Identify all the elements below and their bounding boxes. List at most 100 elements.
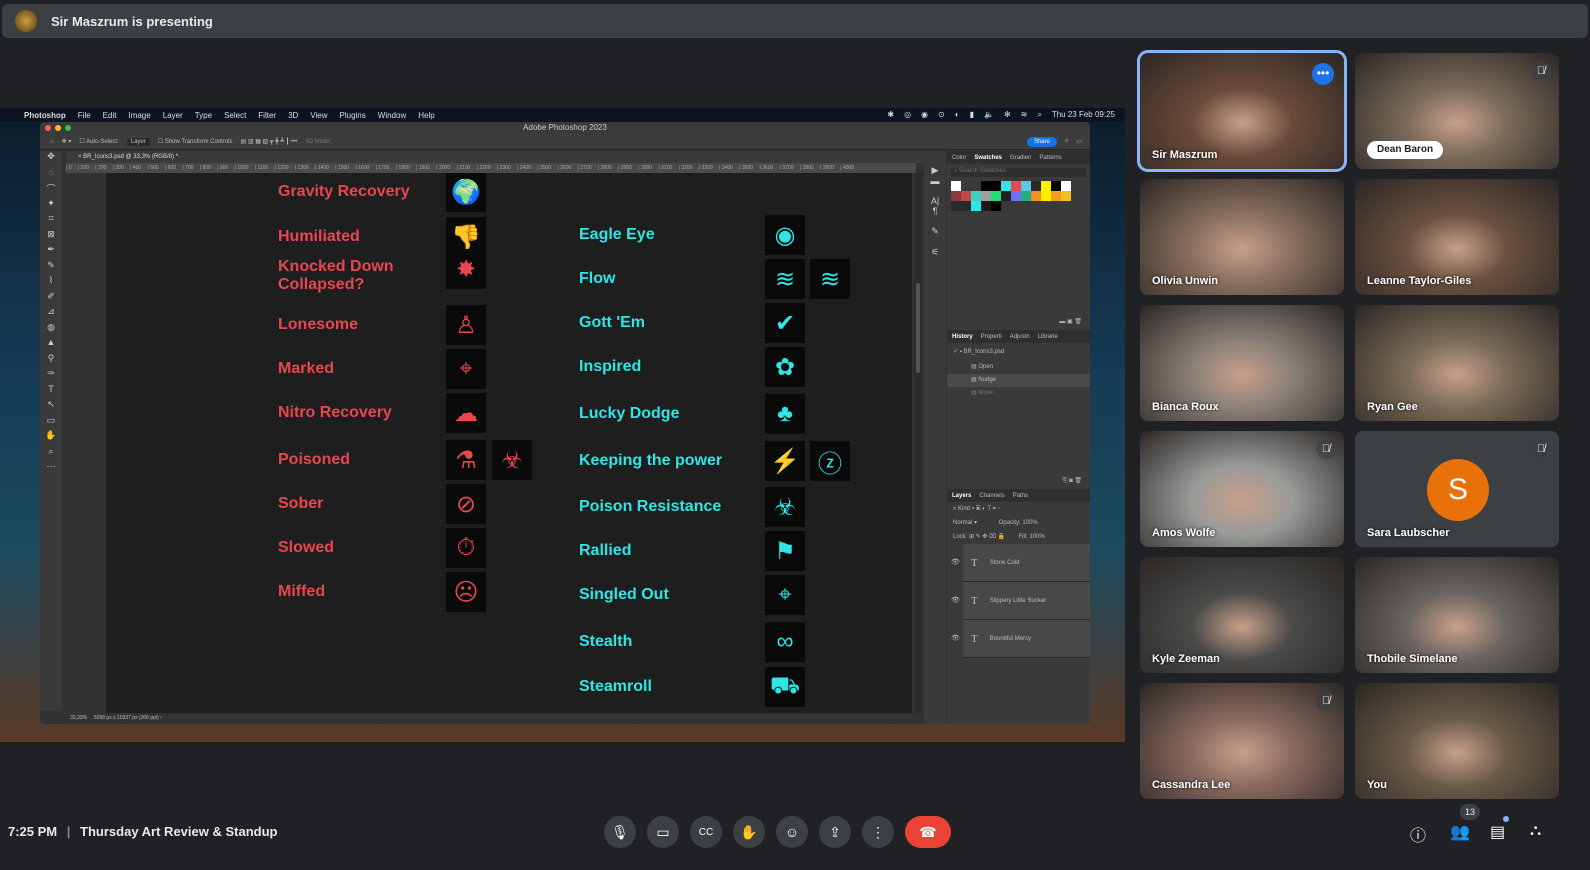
color-swatch[interactable] xyxy=(1061,191,1071,201)
tab-layers[interactable]: Layers xyxy=(952,493,971,499)
layer-item[interactable]: T Stone Cold xyxy=(963,544,1090,582)
tool-5[interactable]: ⊠ xyxy=(40,229,62,245)
participant-tile[interactable]: Bianca Roux xyxy=(1140,305,1344,421)
activities-button[interactable]: ⛬ xyxy=(1530,822,1541,840)
eye-icon[interactable]: 👁 xyxy=(951,596,960,604)
more-options-icon[interactable]: ••• xyxy=(1312,63,1334,85)
color-swatch[interactable] xyxy=(1031,181,1041,191)
tool-17[interactable]: ▭ xyxy=(40,415,62,431)
menu-file[interactable]: File xyxy=(78,111,91,120)
menu-image[interactable]: Image xyxy=(128,111,150,120)
menu-edit[interactable]: Edit xyxy=(103,111,117,120)
tool-11[interactable]: ◍ xyxy=(40,322,62,338)
search-icon[interactable]: ⌕ xyxy=(1065,138,1068,145)
menu-type[interactable]: Type xyxy=(195,111,212,120)
tool-12[interactable]: ▲ xyxy=(40,337,62,353)
history-snapshot[interactable]: ✓ ▪ BR_Icons3.psd xyxy=(947,343,1090,361)
align-icons[interactable]: ▤ ▥ ▦ ▧ ┳ ╋ ┻ ┃ ••• xyxy=(241,138,298,145)
present-button[interactable]: ⇪ xyxy=(819,816,851,848)
color-swatch[interactable] xyxy=(951,181,961,191)
history-item[interactable]: ▤ Move xyxy=(947,387,1090,400)
swatch-search[interactable]: ⌕ Search Swatches xyxy=(951,168,1086,177)
tool-14[interactable]: ✑ xyxy=(40,368,62,384)
color-swatch[interactable] xyxy=(951,191,961,201)
tool-13[interactable]: ⚲ xyxy=(40,353,62,369)
color-swatch[interactable] xyxy=(981,191,991,201)
workspace-icon[interactable]: ▭ xyxy=(1076,138,1082,145)
color-swatch[interactable] xyxy=(961,191,971,201)
participant-tile[interactable]: Dean Baron 🎙̸ xyxy=(1355,53,1559,169)
swatch-actions[interactable]: ▬ ▣ 🗑 xyxy=(947,318,1090,330)
color-swatch[interactable] xyxy=(1011,181,1021,191)
adjust-icon[interactable]: ⚟ xyxy=(924,247,946,258)
tab-patterns[interactable]: Patterns xyxy=(1039,155,1061,161)
paragraph-icon[interactable]: ¶ xyxy=(924,206,946,216)
tool-19[interactable]: ⌕ xyxy=(40,446,62,462)
menu-photoshop[interactable]: Photoshop xyxy=(24,111,66,120)
menu-3d[interactable]: 3D xyxy=(288,111,298,120)
tool-2[interactable]: ⌒ xyxy=(40,182,62,198)
comment-icon[interactable]: ▬ xyxy=(924,176,946,186)
history-item[interactable]: ▤ Open xyxy=(947,361,1090,374)
tab-adjustn[interactable]: Adjustn xyxy=(1010,334,1030,340)
raise-hand-button[interactable]: ✋ xyxy=(733,816,765,848)
color-swatch[interactable] xyxy=(951,201,961,211)
menu-select[interactable]: Select xyxy=(224,111,246,120)
tab-channels[interactable]: Channels xyxy=(979,493,1004,499)
close-window-button[interactable] xyxy=(45,125,51,131)
minimize-window-button[interactable] xyxy=(55,125,61,131)
color-swatch[interactable] xyxy=(1041,181,1051,191)
tool-16[interactable]: ↖ xyxy=(40,399,62,415)
menu-filter[interactable]: Filter xyxy=(258,111,276,120)
participant-tile[interactable]: Sir Maszrum ••• xyxy=(1137,50,1347,172)
color-swatch[interactable] xyxy=(1001,191,1011,201)
color-swatch[interactable] xyxy=(1001,181,1011,191)
color-swatch[interactable] xyxy=(971,191,981,201)
blend-mode-select[interactable]: Normal xyxy=(953,520,972,526)
more-options-button[interactable]: ⋮ xyxy=(862,816,894,848)
character-icon[interactable]: A| xyxy=(924,196,946,206)
color-swatch[interactable] xyxy=(981,181,991,191)
tab-paths[interactable]: Paths xyxy=(1013,493,1028,499)
color-swatch[interactable] xyxy=(971,181,981,191)
tab-properti[interactable]: Properti xyxy=(981,334,1002,340)
participant-tile[interactable]: Thobile Simelane xyxy=(1355,557,1559,673)
menu-help[interactable]: Help xyxy=(418,111,434,120)
color-swatch[interactable] xyxy=(1021,191,1031,201)
tool-10[interactable]: ⊿ xyxy=(40,306,62,322)
reactions-button[interactable]: ☺ xyxy=(776,816,808,848)
layer-select[interactable]: Layer xyxy=(126,137,150,146)
color-swatch[interactable] xyxy=(1061,181,1071,191)
color-swatch[interactable] xyxy=(981,201,991,211)
tool-9[interactable]: ✐ xyxy=(40,291,62,307)
tool-3[interactable]: ✦ xyxy=(40,198,62,214)
color-swatch[interactable] xyxy=(1051,181,1061,191)
history-item[interactable]: ▤ Nudge xyxy=(947,374,1090,387)
chat-button[interactable]: ▤ xyxy=(1490,822,1505,842)
participant-tile[interactable]: Olivia Unwin xyxy=(1140,179,1344,295)
participant-tile[interactable]: Amos Wolfe 🎙̸ xyxy=(1140,431,1344,547)
layer-row[interactable]: 👁 T Slippery Little Sucker xyxy=(947,582,1090,620)
tab-history[interactable]: History xyxy=(952,334,973,340)
play-icon[interactable]: ▶ xyxy=(924,165,946,176)
color-swatch[interactable] xyxy=(1011,191,1021,201)
color-swatch[interactable] xyxy=(991,191,1001,201)
opacity-field[interactable]: 100% xyxy=(1022,520,1037,526)
tool-0[interactable]: ✥ xyxy=(40,151,62,167)
participant-tile[interactable]: Leanne Taylor-Giles xyxy=(1355,179,1559,295)
people-button[interactable]: 👥 xyxy=(1450,822,1470,842)
meeting-details-button[interactable]: ⓘ xyxy=(1410,822,1426,846)
auto-select-checkbox[interactable]: ☐ Auto-Select: xyxy=(79,138,118,145)
menu-window[interactable]: Window xyxy=(378,111,406,120)
color-swatch[interactable] xyxy=(991,201,1001,211)
microphone-button[interactable]: 🎙 xyxy=(604,816,636,848)
participant-tile[interactable]: Cassandra Lee 🎙̸ xyxy=(1140,683,1344,799)
color-swatch[interactable] xyxy=(971,201,981,211)
document-tab[interactable]: × BR_Icons3.psd @ 33,3% (RGB/8) * xyxy=(66,151,946,163)
fill-field[interactable]: 100% xyxy=(1030,534,1045,540)
color-swatch[interactable] xyxy=(1041,191,1051,201)
menu-layer[interactable]: Layer xyxy=(163,111,183,120)
tool-20[interactable]: ⋯ xyxy=(40,461,62,477)
color-swatch[interactable] xyxy=(991,181,1001,191)
participant-tile[interactable]: You xyxy=(1355,683,1559,799)
